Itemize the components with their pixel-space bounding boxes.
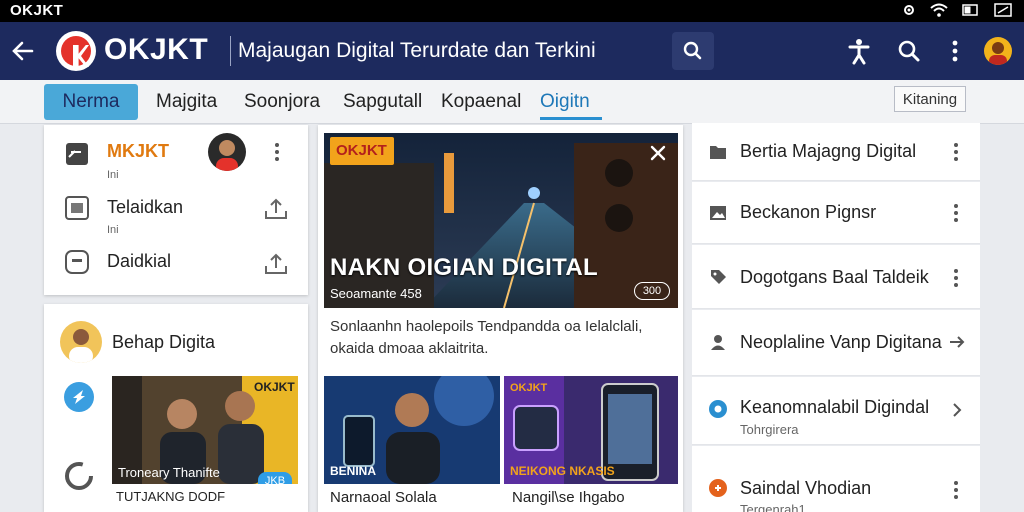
folder-icon: [710, 146, 726, 159]
brand-logo[interactable]: [56, 31, 96, 71]
channel-avatar[interactable]: [60, 321, 102, 363]
quick-link-label[interactable]: MKJKT: [107, 141, 169, 162]
app-bar: OKJKT Majaugan Digital Terurdate dan Ter…: [0, 22, 1024, 80]
wifi-icon: [930, 3, 948, 17]
close-icon[interactable]: [648, 143, 668, 163]
tab-kopaenal[interactable]: Kopaenal: [441, 84, 521, 120]
app-tagline: Majaugan Digital Terurdate dan Terkini: [238, 39, 596, 62]
image-icon: [710, 206, 726, 220]
accessibility-icon[interactable]: [844, 36, 874, 66]
video-thumbnail[interactable]: OKJKT Troneary Thanifte JKB: [112, 376, 298, 484]
quick-link-label[interactable]: Daidkial: [107, 251, 171, 272]
list-item-label: Keanomnalabil Digindal: [740, 397, 930, 417]
search-icon: [683, 41, 702, 60]
list-item[interactable]: Neoplaline Vanp Digitana: [692, 310, 980, 376]
back-arrow-icon[interactable]: [8, 36, 38, 66]
list-item-label: Neoplaline Vanp Digitana: [740, 332, 942, 352]
featured-description: Sonlaanhn haolepoils Tendpandda oa Ielal…: [330, 318, 643, 357]
more-vert-icon[interactable]: [940, 36, 970, 66]
quick-link-sub: Ini: [107, 224, 119, 236]
tab-oigitn[interactable]: Oigitn: [540, 84, 602, 120]
list-item-sub: Tergenrah1: [740, 502, 806, 512]
list-item-label: Dogotgans Baal Taldeik: [740, 267, 929, 287]
list-item[interactable]: Dogotgans Baal Taldeik: [692, 245, 980, 309]
document-icon: [66, 143, 88, 165]
profile-avatar[interactable]: [984, 37, 1012, 65]
grid-thumbnail[interactable]: OKJKT NEIKONG NKASIS: [504, 376, 678, 484]
featured-meta: Seoamante 458: [330, 286, 422, 301]
list-item[interactable]: Saindal Vhodian Tergenrah1: [692, 446, 980, 512]
grid-overlay: BENINA: [330, 464, 377, 478]
more-icon[interactable]: [954, 481, 958, 499]
list-item-label: Bertia Majagng Digital: [740, 141, 917, 161]
tab-soonjora[interactable]: Soonjora: [244, 84, 320, 120]
list-item-label: Beckanon Pignsr: [740, 202, 877, 222]
share-icon[interactable]: [263, 197, 289, 221]
image-frame-icon: [65, 196, 89, 220]
screenshot-icon: [994, 3, 1012, 17]
thumbnail-badge: OKJKT: [254, 380, 295, 394]
grid-thumbnail[interactable]: BENINA: [324, 376, 500, 484]
play-badge[interactable]: JKB: [258, 472, 292, 484]
blue-dot-icon: [709, 400, 727, 418]
grid-caption[interactable]: Narnaoal Solala: [330, 489, 437, 506]
tab-majgita[interactable]: Majgita: [156, 84, 217, 120]
grid-caption[interactable]: Nangil\se Ihgabo: [512, 489, 625, 506]
category-tabs: Nerma Majgita Soonjora Sapgutall Kopaena…: [0, 80, 1024, 124]
share-icon[interactable]: [263, 252, 289, 276]
list-item[interactable]: Keanomnalabil Digindal Tohrgirera: [692, 377, 980, 445]
more-icon[interactable]: [275, 143, 279, 161]
quick-link-label[interactable]: Telaidkan: [107, 197, 183, 218]
avatar-icon: [69, 329, 93, 363]
featured-badge: OKJKT: [330, 137, 394, 165]
arrow-right-icon[interactable]: [948, 333, 966, 351]
user-icon: [711, 335, 725, 350]
carrier-label: OKJKT: [10, 2, 64, 19]
chevron-right-icon[interactable]: [950, 401, 964, 419]
settings-status-icon: [904, 5, 914, 15]
list-item-label: Saindal Vhodian: [740, 478, 872, 498]
search-icon-secondary[interactable]: [894, 36, 924, 66]
status-bar: OKJKT: [0, 0, 1024, 22]
featured-duration: 300: [634, 282, 670, 300]
appbar-divider: [230, 36, 231, 66]
video-caption: TUTJAKNG DODF: [116, 489, 226, 504]
tab-nerma[interactable]: Nerma: [44, 84, 138, 120]
list-item[interactable]: Bertia Majagng Digital: [692, 123, 980, 181]
share-circle-icon[interactable]: [63, 381, 95, 413]
author-avatar[interactable]: [208, 133, 246, 171]
tab-sapgutall[interactable]: Sapgutall: [343, 84, 422, 120]
battery-icon: [962, 4, 978, 16]
brand-name: OKJKT: [104, 33, 209, 66]
filter-button[interactable]: Kitaning: [894, 86, 966, 112]
orange-dot-icon: [709, 479, 727, 497]
search-button[interactable]: [672, 32, 714, 70]
grid-badge: OKJKT: [510, 382, 548, 394]
tag-icon: [711, 270, 726, 284]
quick-link-sub: Ini: [107, 169, 119, 181]
list-item-sub: Tohrgirera: [740, 422, 799, 437]
loading-icon: [65, 462, 93, 490]
list-item[interactable]: Beckanon Pignsr: [692, 182, 980, 244]
grid-overlay: NEIKONG NKASIS: [510, 464, 615, 478]
card-title: Behap Digita: [112, 332, 216, 352]
featured-title: NAKN OIGIAN DIGITAL: [330, 254, 598, 281]
more-icon[interactable]: [954, 269, 958, 287]
avatar-icon: [216, 140, 238, 171]
chat-icon: [65, 250, 89, 274]
more-icon[interactable]: [954, 204, 958, 222]
more-icon[interactable]: [954, 143, 958, 161]
avatar-icon: [989, 42, 1007, 65]
thumbnail-caption: Troneary Thanifte: [118, 465, 220, 480]
